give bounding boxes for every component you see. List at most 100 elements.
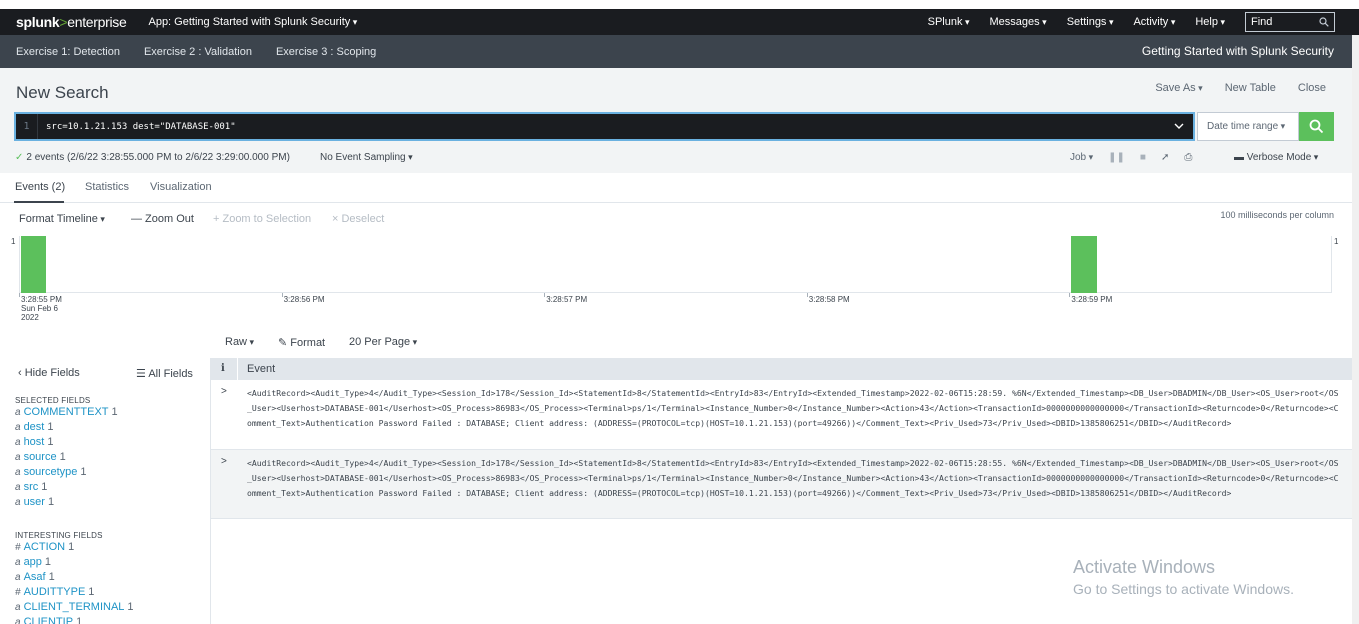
field-name: source: [23, 451, 57, 463]
all-fields-button[interactable]: ☰ All Fields: [136, 367, 193, 380]
mode-icon: ▬: [1234, 152, 1247, 163]
nav-exercise-2[interactable]: Exercise 2 : Validation: [144, 46, 252, 58]
app-menu[interactable]: App: Getting Started with Splunk Securit…: [148, 16, 357, 28]
menu-settings[interactable]: Settings: [1067, 16, 1114, 28]
field-type-icon: #: [15, 587, 21, 598]
field-name: ACTION: [23, 541, 66, 553]
nav-exercise-3[interactable]: Exercise 3 : Scoping: [276, 46, 376, 58]
field-app[interactable]: a app 1: [15, 556, 51, 568]
share-icon[interactable]: ➚: [1161, 152, 1169, 163]
watermark-subtitle: Go to Settings to activate Windows.: [1073, 581, 1294, 597]
field-host[interactable]: a host 1: [15, 436, 53, 448]
field-name: sourcetype: [23, 466, 78, 478]
raw-dropdown[interactable]: Raw: [225, 336, 254, 348]
field-type-icon: a: [15, 617, 21, 624]
field-audittype[interactable]: # AUDITTYPE 1: [15, 586, 94, 598]
menu-activity[interactable]: Activity: [1133, 16, 1175, 28]
field-count: 1: [80, 466, 87, 478]
pause-icon[interactable]: ❚❚: [1108, 152, 1125, 163]
table-row: > <AuditRecord><Audit_Type>4</Audit_Type…: [211, 380, 1352, 450]
field-name: CLIENTIP: [23, 616, 74, 624]
search-input[interactable]: 1 src=10.1.21.153 dest="DATABASE-001": [14, 112, 1195, 141]
format-button[interactable]: ✎ Format: [278, 336, 325, 349]
stop-icon[interactable]: ■: [1140, 152, 1146, 163]
field-commenttext[interactable]: a COMMENTTEXT 1: [15, 406, 118, 418]
tab-events[interactable]: Events (2): [15, 181, 65, 193]
field-source[interactable]: a source 1: [15, 451, 66, 463]
format-label: Format: [290, 337, 326, 349]
field-dest[interactable]: a dest 1: [15, 421, 53, 433]
expand-row-icon[interactable]: >: [221, 456, 227, 467]
event-column-header: Event: [247, 363, 276, 375]
expand-row-icon[interactable]: >: [221, 386, 227, 397]
search-mode-dropdown[interactable]: ▬ Verbose Mode: [1234, 152, 1318, 163]
zoom-to-selection-button[interactable]: + Zoom to Selection: [213, 213, 311, 225]
field-type-icon: a: [15, 497, 21, 508]
windows-activation-watermark: Activate Windows Go to Settings to activ…: [1073, 557, 1294, 597]
field-count: 1: [41, 481, 48, 493]
nav-exercise-1[interactable]: Exercise 1: Detection: [16, 46, 120, 58]
y-tick-left: 1: [11, 237, 16, 246]
field-asaf[interactable]: a Asaf 1: [15, 571, 55, 583]
tab-visualization[interactable]: Visualization: [150, 181, 212, 193]
page-scrollbar[interactable]: [1352, 35, 1359, 624]
field-src[interactable]: a src 1: [15, 481, 47, 493]
x-tick-mark: [281, 293, 283, 297]
results-tabs: Events (2) Statistics Visualization: [0, 173, 1352, 203]
close-button[interactable]: Close: [1298, 82, 1326, 94]
x-tick-mark: [544, 293, 546, 297]
field-name: dest: [23, 421, 45, 433]
field-action[interactable]: # ACTION 1: [15, 541, 74, 553]
field-client-terminal[interactable]: a CLIENT_TERMINAL 1: [15, 601, 134, 613]
search-button[interactable]: [1299, 112, 1334, 141]
timeline-plot-area[interactable]: [19, 236, 1332, 293]
job-menu[interactable]: Job: [1070, 152, 1093, 163]
field-name: AUDITTYPE: [23, 586, 86, 598]
search-query[interactable]: src=10.1.21.153 dest="DATABASE-001": [46, 122, 236, 132]
time-range-picker[interactable]: Date time range: [1197, 112, 1299, 141]
y-tick-right: 1: [1334, 237, 1339, 246]
x-tick-mark: [19, 293, 20, 297]
timeline-bar-1[interactable]: [1071, 236, 1097, 293]
active-tab-indicator: [14, 201, 64, 203]
format-timeline-button[interactable]: Format Timeline: [19, 213, 105, 225]
search-icon: [1319, 17, 1329, 27]
field-count: 1: [47, 436, 54, 448]
field-type-icon: a: [15, 602, 21, 613]
logo-suffix: enterprise: [67, 14, 127, 30]
fields-sidebar: ‹ Hide Fields ☰ All Fields SELECTED FIEL…: [0, 358, 211, 624]
new-table-button[interactable]: New Table: [1225, 82, 1276, 94]
deselect-button[interactable]: × Deselect: [332, 213, 384, 225]
field-type-icon: a: [15, 467, 21, 478]
x-tick-label: 3:28:58 PM: [809, 295, 850, 304]
top-menus: SPlunk Messages Settings Activity Help F…: [928, 9, 1359, 35]
event-raw-text: <AuditRecord><Audit_Type>4</Audit_Type><…: [247, 388, 1339, 428]
timeline-bar-0[interactable]: [21, 236, 47, 293]
tab-statistics[interactable]: Statistics: [85, 181, 129, 193]
hide-fields-button[interactable]: ‹ Hide Fields: [18, 367, 80, 379]
x-tick-label: 3:28:55 PM Sun Feb 6 2022: [21, 295, 62, 322]
field-name: src: [23, 481, 39, 493]
field-sourcetype[interactable]: a sourcetype 1: [15, 466, 87, 478]
x-tick-label-line: 3:28:56 PM: [283, 295, 325, 304]
field-clientip[interactable]: a CLIENTIP 1: [15, 616, 82, 624]
menu-messages[interactable]: Messages: [990, 16, 1047, 28]
save-as-button[interactable]: Save As: [1155, 82, 1202, 94]
x-tick-label-line: 3:28:55 PM: [21, 295, 62, 304]
chevron-down-icon[interactable]: [1173, 120, 1185, 132]
menu-splunk[interactable]: SPlunk: [928, 16, 970, 28]
results-toolbar: Raw ✎ Format 20 Per Page: [0, 330, 1352, 356]
app-title: Getting Started with Splunk Security: [1141, 44, 1334, 58]
event-sampling-dropdown[interactable]: No Event Sampling: [320, 152, 413, 163]
field-type-icon: a: [15, 482, 21, 493]
splunk-logo[interactable]: splunk>enterprise: [16, 14, 127, 30]
timeline-chart[interactable]: 1 1 3:28:55 PM Sun Feb 6 2022 3:28:56 PM 3:2…: [0, 236, 1352, 326]
field-user[interactable]: a user 1: [15, 496, 54, 508]
per-page-dropdown[interactable]: 20 Per Page: [349, 336, 417, 348]
menu-help[interactable]: Help: [1195, 16, 1225, 28]
print-icon[interactable]: ⎙: [1184, 152, 1192, 163]
zoom-out-button[interactable]: — Zoom Out: [131, 213, 194, 225]
search-header: New Search Save As New Table Close 1 src…: [0, 68, 1352, 173]
find-input[interactable]: Find: [1245, 12, 1335, 32]
field-count: 1: [127, 601, 134, 613]
